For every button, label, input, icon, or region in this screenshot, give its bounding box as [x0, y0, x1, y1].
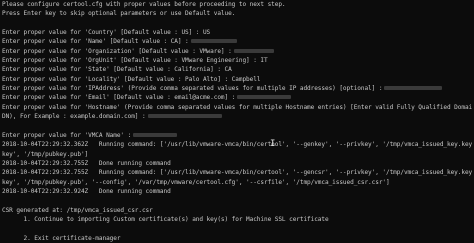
terminal-line: Enter proper value for 'Hostname' (Provi… [2, 103, 472, 112]
terminal-line: key', '/tmp/pubkey.pub', '--config', '/v… [2, 178, 472, 187]
redacted-value [233, 48, 274, 53]
terminal-line-text: Enter proper value for 'Country' [Defaul… [2, 29, 211, 37]
terminal-line-text: Press Enter key to skip optional paramet… [2, 10, 236, 18]
terminal-line: Enter proper value for 'State' [Default … [2, 65, 472, 74]
terminal-line: Enter proper value for 'VMCA Name' : [2, 131, 472, 140]
redacted-value [384, 86, 443, 91]
redacted-value [237, 95, 292, 100]
terminal-line-text: 2. Exit certificate-manager [2, 234, 121, 242]
terminal-line-text: 2018-10-04T22:29:32.755Z Running command… [2, 169, 472, 177]
terminal-line-text: Enter proper value for 'Hostname' (Provi… [2, 103, 472, 111]
terminal-line: 2018-10-04T22:29:32.755Z Done running co… [2, 159, 472, 168]
terminal-line: 2018-10-04T22:29:32.755Z Running command… [2, 168, 472, 177]
text-cursor-icon: I [270, 139, 276, 149]
terminal-line-text: 2018-10-04T22:29:32.362Z Running command… [2, 141, 472, 149]
terminal-line: Enter proper value for 'Name' [Default v… [2, 37, 472, 46]
terminal-line-text: Please configure certool.cfg with proper… [2, 1, 286, 8]
terminal-line: Enter proper value for 'Organization' [D… [2, 47, 472, 56]
terminal-line: Press Enter key to skip optional paramet… [2, 9, 472, 18]
redacted-value [190, 39, 237, 44]
terminal-line: 2018-10-04T22:29:32.362Z Running command… [2, 140, 472, 149]
terminal-line: 1. Continue to importing Custom certific… [2, 215, 472, 224]
terminal-line: DN), For Example : example.domain.com] : [2, 112, 472, 121]
terminal-line-text: Enter proper value for 'IPAddress' (Prov… [2, 85, 383, 93]
terminal-line: Enter proper value for 'IPAddress' (Prov… [2, 84, 472, 93]
terminal-line-text: Enter proper value for 'VMCA Name' : [2, 131, 132, 139]
terminal-line-text: Enter proper value for 'OrgUnit' [Defaul… [2, 57, 268, 65]
terminal-line-text: key', '/tmp/pubkey.pub', '--config', '/v… [2, 178, 390, 186]
terminal-line: Enter proper value for 'Locality' [Defau… [2, 75, 472, 84]
terminal-line: Enter proper value for 'Email' [Default … [2, 93, 472, 102]
terminal-line: key', '/tmp/pubkey.pub'] [2, 150, 472, 159]
terminal-line-text: CSR generated at: /tmp/vmca_issued_csr.c… [2, 206, 153, 214]
terminal-line-text: Enter proper value for 'Organization' [D… [2, 47, 232, 55]
terminal-line: CSR generated at: /tmp/vmca_issued_csr.c… [2, 206, 472, 215]
terminal-line-text: Enter proper value for 'State' [Default … [2, 66, 232, 74]
terminal-line-text: Enter proper value for 'Email' [Default … [2, 94, 236, 102]
terminal-line-text: Enter proper value for 'Locality' [Defau… [2, 75, 261, 83]
terminal-line: Enter proper value for 'Country' [Defaul… [2, 28, 472, 37]
terminal-line-text: DN), For Example : example.domain.com] : [2, 113, 146, 121]
terminal-line: 2018-10-04T22:29:32.924Z Done running co… [2, 187, 472, 196]
terminal-window[interactable]: Please configure certool.cfg with proper… [0, 0, 474, 243]
redacted-value [147, 114, 222, 119]
terminal-line-text: key', '/tmp/pubkey.pub'] [2, 150, 89, 158]
redacted-value [133, 132, 178, 137]
terminal-line-text: 1. Continue to importing Custom certific… [2, 215, 329, 223]
terminal-line: Enter proper value for 'OrgUnit' [Defaul… [2, 56, 472, 65]
terminal-line: 2. Exit certificate-manager [2, 234, 472, 243]
terminal-line-text: Enter proper value for 'Name' [Default v… [2, 38, 189, 46]
terminal-line-text: 2018-10-04T22:29:32.924Z Done running co… [2, 187, 171, 195]
terminal-line: Please configure certool.cfg with proper… [2, 0, 472, 9]
terminal-line-text: 2018-10-04T22:29:32.755Z Done running co… [2, 159, 171, 167]
